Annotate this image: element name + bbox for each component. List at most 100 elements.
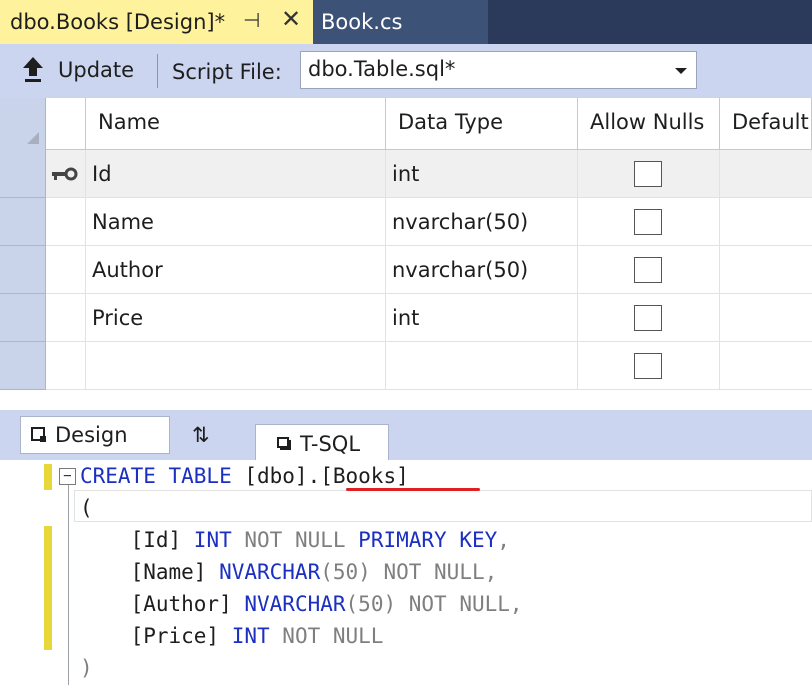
name-cell[interactable]: Name: [86, 198, 386, 246]
code-text: ,: [484, 560, 498, 584]
tab-books-design[interactable]: dbo.Books [Design]* ⊣ ✕: [0, 0, 313, 44]
name-cell[interactable]: Author: [86, 246, 386, 294]
default-cell[interactable]: [720, 294, 812, 342]
code-text: ,: [497, 528, 510, 552]
code-line-4: [Name] NVARCHAR(50) NOT NULL,: [80, 560, 498, 584]
update-button[interactable]: Update: [58, 58, 134, 82]
allow-nulls-cell: [578, 150, 720, 198]
code-text: NOT NULL: [269, 624, 384, 648]
default-cell[interactable]: [720, 246, 812, 294]
column-header-data-type[interactable]: Data Type: [386, 98, 578, 150]
error-squiggle: [346, 488, 480, 491]
code-line-1: CREATE TABLE [dbo].[Books]: [80, 464, 409, 488]
row-header[interactable]: [0, 150, 46, 198]
row-indicator-cell: [46, 150, 86, 198]
close-icon[interactable]: ✕: [281, 5, 301, 33]
outline-line: [68, 485, 69, 685]
row-header[interactable]: [0, 198, 46, 246]
swap-panes-button[interactable]: ⇅: [182, 416, 242, 454]
data-type-cell[interactable]: nvarchar(50): [386, 198, 578, 246]
script-file-value: dbo.Table.sql*: [308, 57, 456, 81]
view-tab-strip: Design ⇅ T-SQL: [0, 410, 812, 462]
default-cell[interactable]: [720, 342, 812, 390]
allow-nulls-checkbox[interactable]: [634, 161, 662, 187]
toolbar-separator: [157, 54, 158, 88]
keyword: CREATE TABLE: [80, 464, 232, 488]
row-header[interactable]: [0, 246, 46, 294]
designer-toolbar: Update Script File: dbo.Table.sql*: [0, 44, 812, 98]
column-header-name[interactable]: Name: [86, 98, 386, 150]
keyword: NVARCHAR: [219, 560, 321, 584]
default-cell[interactable]: [720, 150, 812, 198]
column-header-default[interactable]: Default: [720, 98, 812, 150]
table-row[interactable]: Price int: [46, 294, 812, 342]
code-text: [Author]: [80, 592, 245, 616]
allow-nulls-checkbox[interactable]: [634, 305, 662, 331]
data-type-cell[interactable]: [386, 342, 578, 390]
allow-nulls-cell: [578, 294, 720, 342]
allow-nulls-cell: [578, 342, 720, 390]
allow-nulls-cell: [578, 246, 720, 294]
tab-tsql-label: T-SQL: [300, 431, 361, 456]
allow-nulls-checkbox[interactable]: [634, 257, 662, 283]
name-cell[interactable]: Price: [86, 294, 386, 342]
code-line-7: ): [80, 656, 93, 680]
code-line-6: [Price] INT NOT NULL: [80, 624, 384, 648]
table-row-new[interactable]: [46, 342, 812, 390]
code-text: NOT NULL: [231, 528, 359, 552]
row-header[interactable]: [0, 342, 46, 390]
script-file-label: Script File:: [172, 60, 282, 84]
primary-key-icon: [52, 167, 78, 181]
keyword: INT: [231, 624, 270, 648]
code-text: ,: [509, 592, 523, 616]
design-view-icon: [31, 427, 46, 442]
code-text: (50): [320, 560, 371, 584]
data-type-cell[interactable]: int: [386, 294, 578, 342]
keyword: PRIMARY KEY: [358, 528, 498, 552]
code-text: (50): [345, 592, 397, 616]
tab-book-cs[interactable]: Book.cs: [313, 0, 488, 44]
change-marker: [44, 526, 52, 650]
name-cell[interactable]: Id: [86, 150, 386, 198]
default-cell[interactable]: [720, 198, 812, 246]
table-row[interactable]: Author nvarchar(50): [46, 246, 812, 294]
change-marker: [44, 464, 52, 490]
tab-books-design-label: dbo.Books [Design]*: [10, 10, 226, 34]
keyword: NVARCHAR: [244, 592, 346, 616]
row-indicator-cell: [46, 342, 86, 390]
table-row[interactable]: Name nvarchar(50): [46, 198, 812, 246]
name-cell[interactable]: [86, 342, 386, 390]
grid-corner[interactable]: [0, 98, 46, 150]
allow-nulls-cell: [578, 198, 720, 246]
script-file-dropdown[interactable]: dbo.Table.sql*: [300, 51, 697, 89]
table-row[interactable]: Id int: [46, 150, 812, 198]
column-header-allow-nulls[interactable]: Allow Nulls: [578, 98, 720, 150]
data-type-cell[interactable]: int: [386, 150, 578, 198]
table-name-token: [Books]: [320, 464, 409, 488]
dropdown-arrow-icon[interactable]: [675, 68, 687, 74]
collapse-icon[interactable]: −: [59, 468, 76, 485]
code-text: NOT NULL: [396, 592, 510, 616]
tab-book-cs-label: Book.cs: [321, 10, 403, 34]
row-header[interactable]: [0, 294, 46, 342]
code-line-5: [Author] NVARCHAR(50) NOT NULL,: [80, 592, 523, 616]
tab-tsql[interactable]: T-SQL: [255, 424, 389, 462]
tab-design-label: Design: [55, 423, 128, 447]
tab-design[interactable]: Design: [20, 416, 170, 454]
row-indicator-cell: [46, 294, 86, 342]
code-line-2: (: [80, 496, 93, 520]
code-text: [Price]: [80, 624, 232, 648]
swap-panes-icon: ⇅: [192, 423, 210, 447]
data-type-cell[interactable]: nvarchar(50): [386, 246, 578, 294]
allow-nulls-checkbox[interactable]: [634, 353, 662, 379]
current-line-highlight: [74, 490, 812, 522]
keyword: INT: [193, 528, 232, 552]
update-arrow-icon[interactable]: [22, 56, 44, 86]
pin-icon[interactable]: ⊣: [243, 8, 260, 32]
document-tab-strip: dbo.Books [Design]* ⊣ ✕ Book.cs: [0, 0, 812, 44]
table-design-grid: Name Data Type Allow Nulls Default Id in…: [0, 98, 812, 410]
tsql-script-icon: [277, 436, 291, 450]
code-text: [Id]: [80, 528, 194, 552]
allow-nulls-checkbox[interactable]: [634, 209, 662, 235]
row-indicator-cell: [46, 198, 86, 246]
